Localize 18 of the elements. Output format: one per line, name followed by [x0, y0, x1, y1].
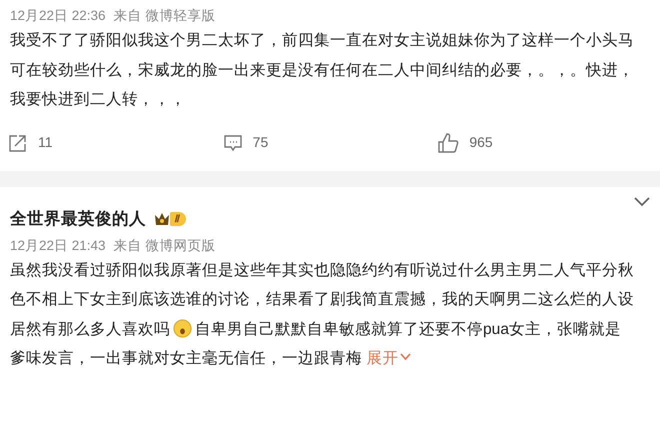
comment-icon[interactable]	[222, 134, 243, 152]
post-text: 虽然我没看过骄阳似我原著但是这些年其实也隐隐约约有听说过什么男主男二人气平分秋色不相上下女主到底该选谁的讨论，结果看了剧我简直震撼，我的天啊男二这么烂的人设居然有那么多人喜欢吗 自卑男自己默默自卑敏感就算了还要不停pua女主，张嘴就是爹味发言，一出事就对女主毫无信任，一边跟青梅 展开	[10, 260, 635, 370]
post-time: 12月22日 22:36	[10, 7, 106, 25]
post-text: 我受不了了骄阳似我这个男二太坏了，前四集一直在对女主说姐妹你为了这样一个小头马可在较劲些什么，宋威龙的脸一出来更是没有任何在二人中间纠结的必要，。，。快进，我要快进到二人转，，，	[10, 30, 635, 110]
crown-icon	[154, 212, 170, 226]
post-time: 12月22日 21:43	[10, 236, 106, 254]
level-badge: Ⅱ	[170, 212, 186, 226]
action-count: 75	[252, 133, 268, 152]
user-name[interactable]: 全世界最英俊的人	[10, 206, 146, 232]
thumbs-up-icon[interactable]	[437, 132, 460, 154]
post-source: 来自 微博轻享版	[114, 7, 216, 25]
share-icon[interactable]	[8, 132, 28, 153]
post-source: 来自 微博网页版	[114, 236, 216, 254]
chevron-down-icon[interactable]	[634, 196, 650, 207]
emoji-icon	[173, 318, 192, 338]
action-count: 11	[38, 133, 53, 152]
action-count: 965	[469, 133, 493, 152]
caret-icon[interactable]	[400, 353, 412, 362]
